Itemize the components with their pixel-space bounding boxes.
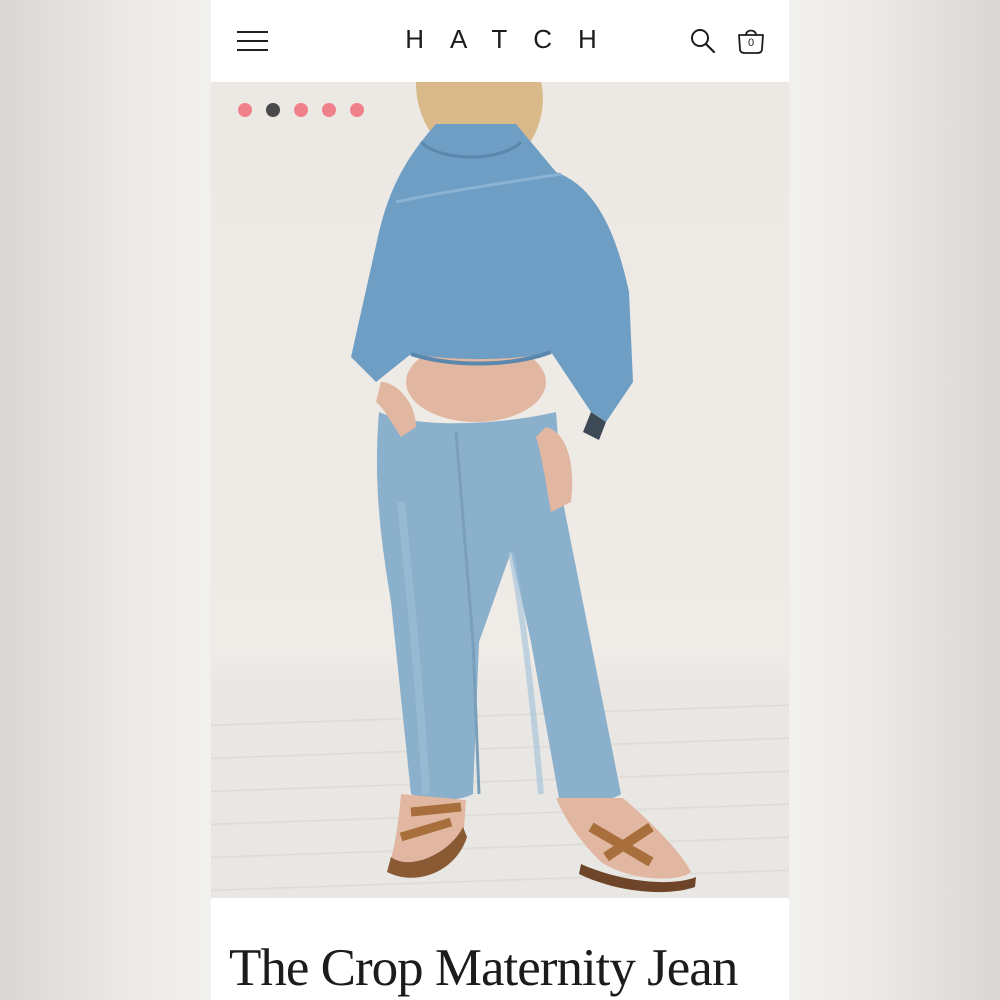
carousel-indicators [238, 103, 364, 117]
search-icon[interactable] [689, 27, 717, 55]
site-header: HATCH 0 [211, 0, 789, 82]
hamburger-menu-icon[interactable] [237, 28, 269, 54]
brand-logo[interactable]: HATCH [371, 24, 631, 55]
product-title: The Crop Maternity Jean [229, 939, 738, 997]
carousel-dot-1[interactable] [238, 103, 252, 117]
cart-count: 0 [747, 37, 755, 49]
carousel-dot-5[interactable] [350, 103, 364, 117]
carousel-dot-3[interactable] [294, 103, 308, 117]
model-figure [351, 82, 696, 893]
product-image[interactable] [211, 82, 789, 898]
carousel-dot-2[interactable] [266, 103, 280, 117]
shopping-bag-icon[interactable]: 0 [735, 25, 767, 57]
carousel-dot-4[interactable] [322, 103, 336, 117]
product-info: The Crop Maternity Jean [211, 898, 789, 1000]
phone-screen: HATCH 0 The Crop Maternity Jean [211, 0, 789, 1000]
